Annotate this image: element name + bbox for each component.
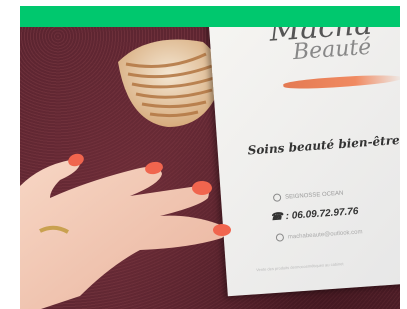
card-phone: ☎ : 06.09.72.97.76 (270, 206, 359, 224)
hand (20, 153, 231, 309)
card-email-text: machabeaute@outlook.com (287, 229, 363, 241)
card-title-line2: Beauté (292, 34, 373, 66)
location-icon (272, 193, 282, 202)
brush-stroke (282, 72, 400, 91)
banner-bar (20, 6, 400, 27)
card-address: SEIGNOSSE OCEAN (272, 189, 344, 202)
card-tagline: Soins beauté bien-être (247, 132, 400, 158)
seashell (118, 39, 221, 127)
photo: Macha Beauté Soins beauté bien-être SEIG… (20, 6, 400, 309)
card-footer: Vente des produits dermocosmétiques au c… (255, 261, 344, 273)
card-email: machabeaute@outlook.com (275, 228, 363, 242)
card-address-text: SEIGNOSSE OCEAN (284, 190, 344, 201)
mail-icon (275, 233, 285, 242)
